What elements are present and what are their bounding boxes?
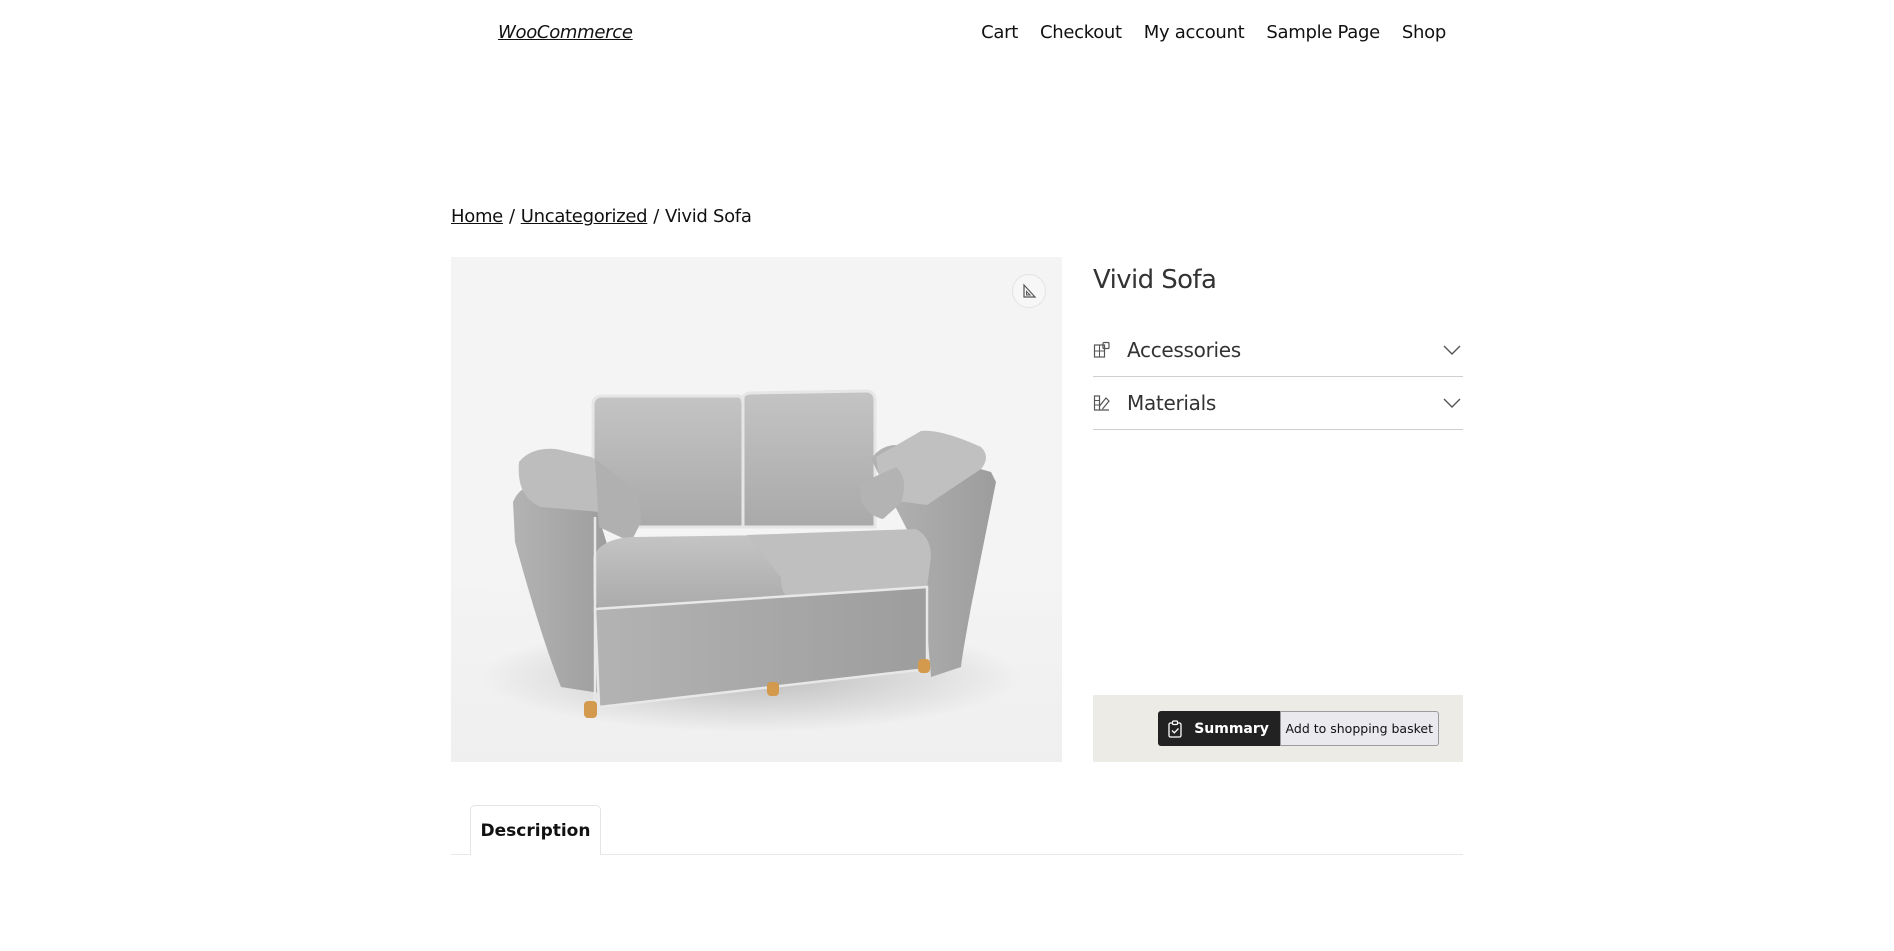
sofa-leg [918, 659, 930, 673]
main-nav: Cart Checkout My account Sample Page Sho… [981, 22, 1446, 43]
nav-sample-page[interactable]: Sample Page [1266, 22, 1380, 43]
site-logo[interactable]: WooCommerce [498, 22, 633, 43]
product-title: Vivid Sofa [1093, 265, 1217, 295]
accordion-materials[interactable]: Materials [1093, 377, 1463, 430]
set-square-icon [1023, 283, 1037, 298]
swatch-icon [1093, 393, 1113, 413]
nav-shop[interactable]: Shop [1402, 22, 1446, 43]
product-options-accordion: Accessories Materials [1093, 324, 1463, 430]
breadcrumb: Home / Uncategorized / Vivid Sofa [451, 206, 752, 227]
dimensions-button[interactable] [1012, 274, 1046, 308]
chevron-down-icon [1443, 398, 1461, 408]
breadcrumb-uncategorized[interactable]: Uncategorized [521, 206, 648, 227]
summary-button[interactable]: Summary [1157, 711, 1280, 746]
nav-checkout[interactable]: Checkout [1040, 22, 1122, 43]
breadcrumb-separator: / [508, 206, 515, 227]
product-3d-viewer[interactable] [451, 257, 1062, 762]
breadcrumb-separator: / [653, 206, 660, 227]
nav-cart[interactable]: Cart [981, 22, 1018, 43]
accordion-label: Materials [1127, 391, 1216, 415]
sofa-image [451, 257, 1062, 762]
nav-my-account[interactable]: My account [1144, 22, 1245, 43]
product-tabs: Description [451, 805, 1463, 855]
add-to-basket-button[interactable]: Add to shopping basket [1279, 711, 1439, 746]
breadcrumb-home[interactable]: Home [451, 206, 503, 227]
breadcrumb-current: Vivid Sofa [665, 206, 752, 227]
sofa-leg [584, 701, 597, 718]
puzzle-icon [1093, 340, 1113, 360]
product-action-bar: Summary Add to shopping basket [1093, 695, 1463, 762]
accordion-accessories[interactable]: Accessories [1093, 324, 1463, 377]
accordion-label: Accessories [1127, 338, 1241, 362]
clipboard-check-icon [1168, 719, 1182, 738]
summary-label: Summary [1194, 720, 1269, 737]
chevron-down-icon [1443, 345, 1461, 355]
sofa-leg [767, 682, 779, 696]
tab-description[interactable]: Description [470, 805, 601, 855]
